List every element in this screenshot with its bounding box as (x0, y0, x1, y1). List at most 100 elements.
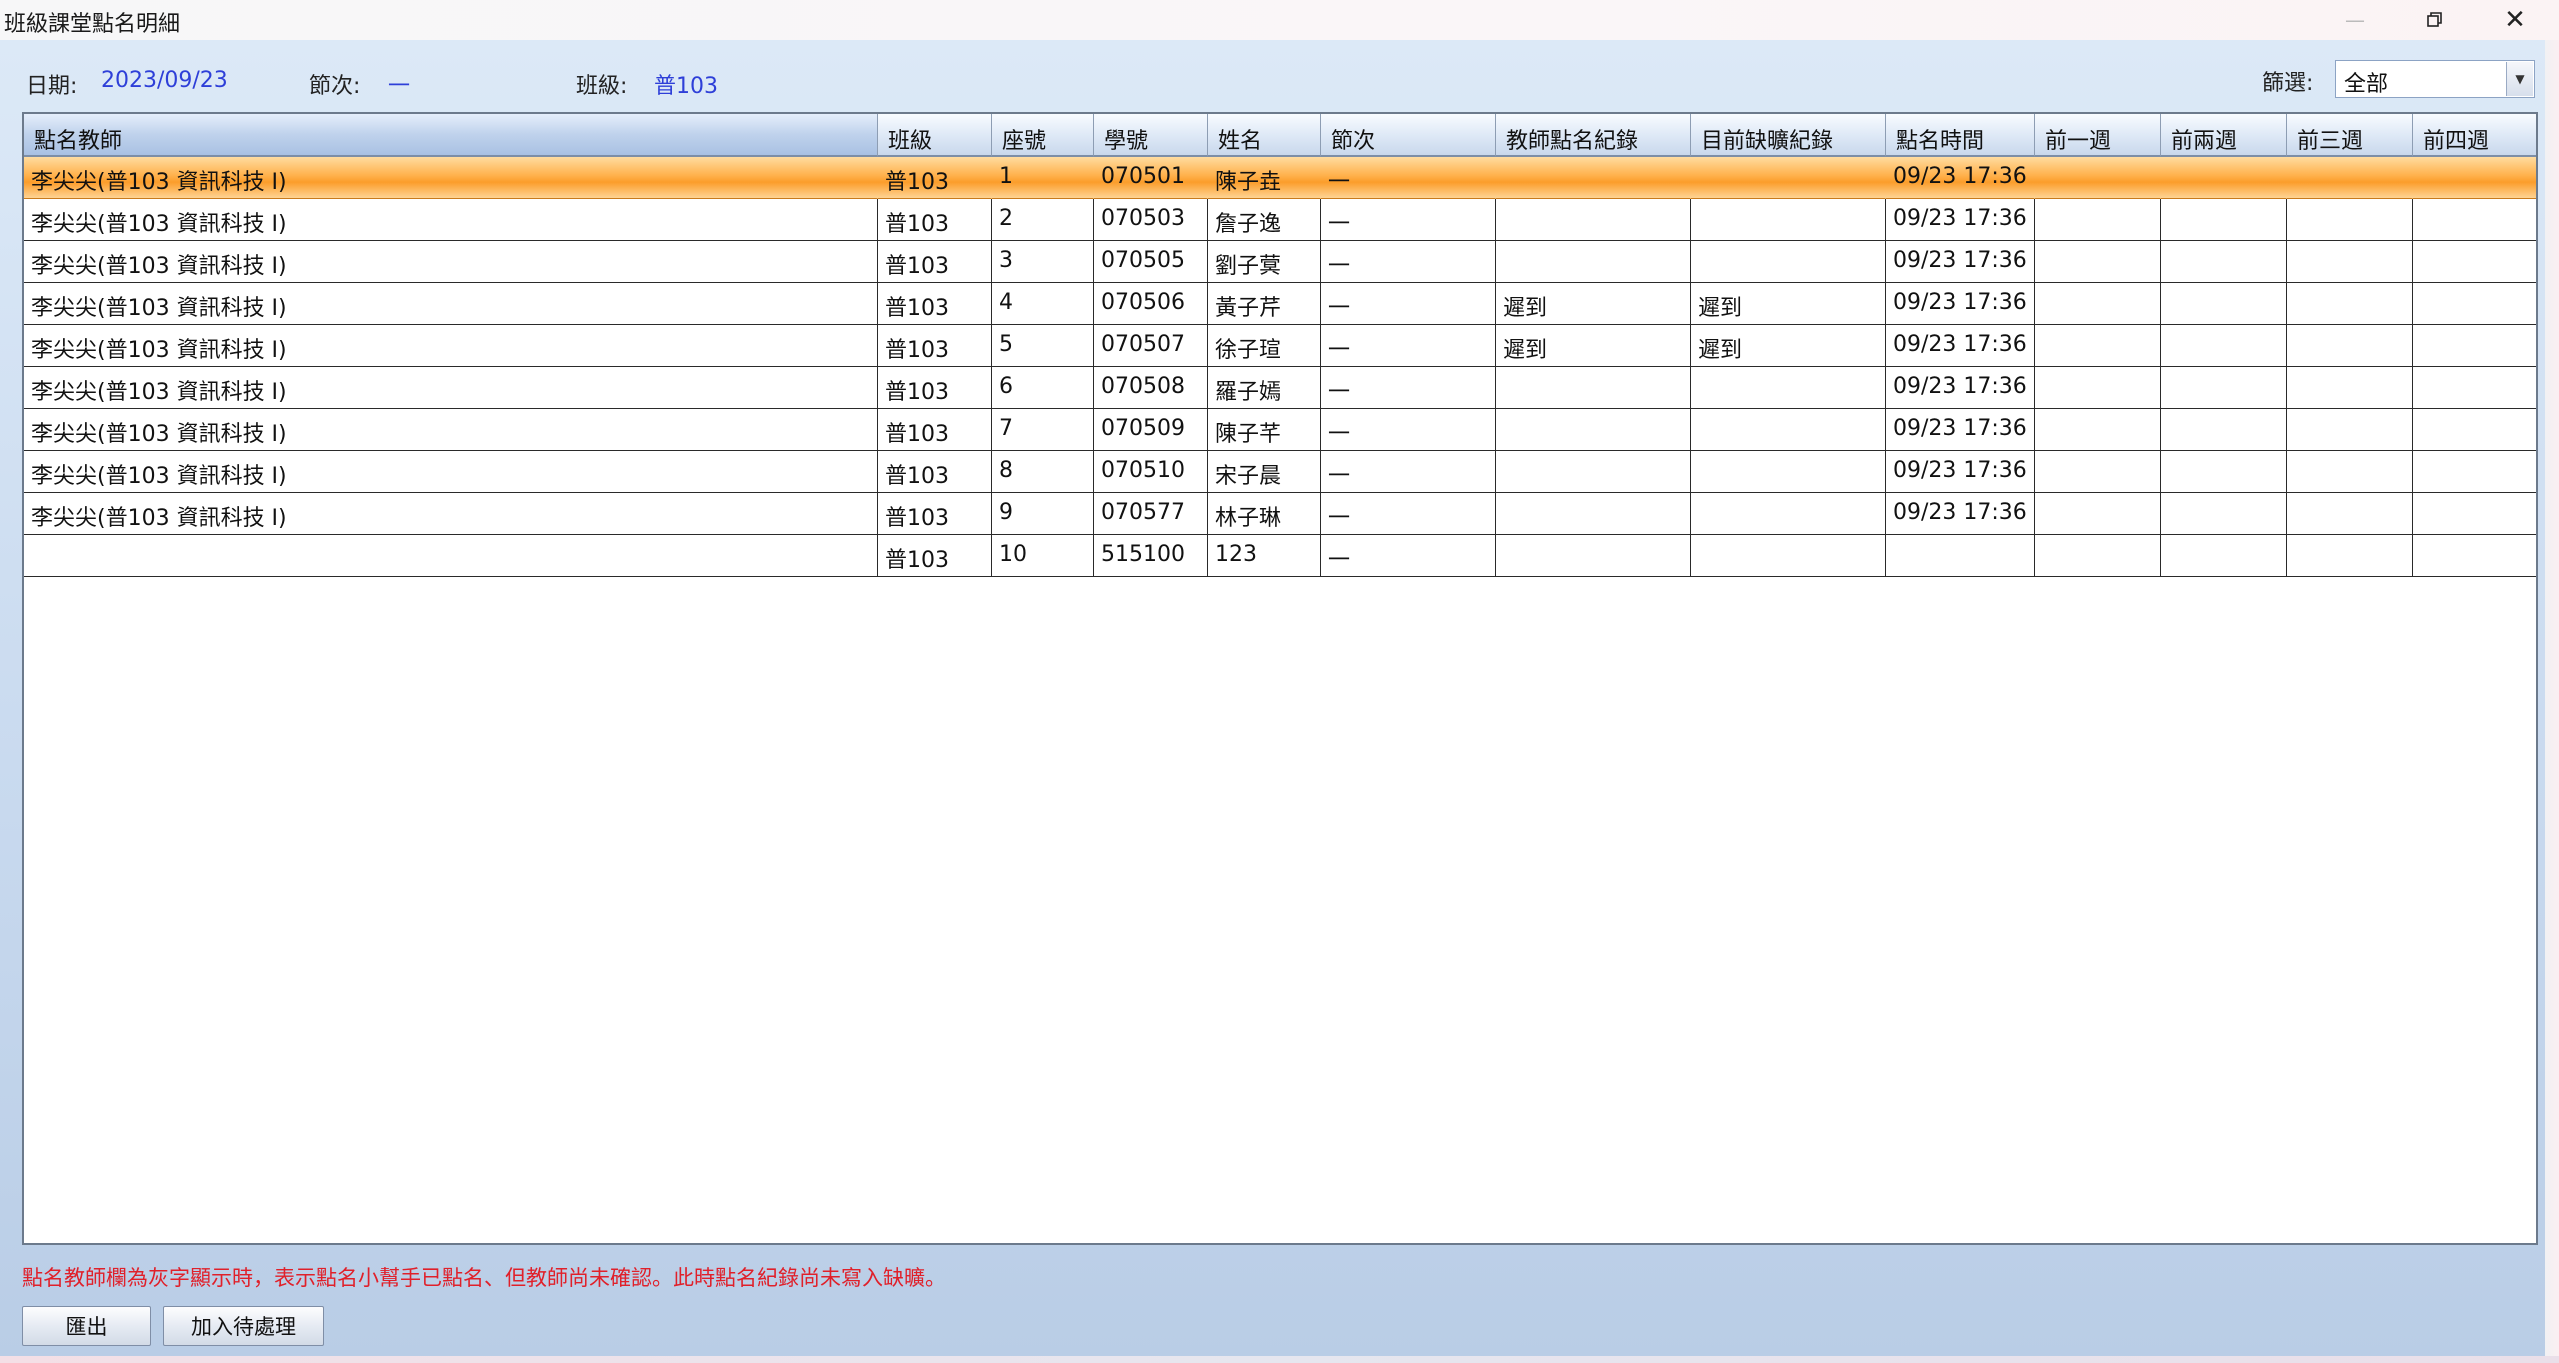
cell-teacher[interactable]: 李尖尖(普103 資訊科技 I) (24, 367, 878, 409)
cell-week-1[interactable] (2035, 241, 2161, 283)
cell-teacher-record[interactable] (1496, 241, 1691, 283)
cell-week-2[interactable] (2161, 367, 2287, 409)
cell-week-4[interactable] (2413, 493, 2536, 535)
cell-seat[interactable]: 2 (992, 199, 1094, 241)
cell-period[interactable]: 一 (1321, 283, 1496, 325)
cell-student-id[interactable]: 070510 (1094, 451, 1208, 493)
cell-absence-record[interactable] (1691, 241, 1886, 283)
cell-week-4[interactable] (2413, 325, 2536, 367)
cell-seat[interactable]: 10 (992, 535, 1094, 577)
cell-teacher[interactable]: 李尖尖(普103 資訊科技 I) (24, 409, 878, 451)
cell-absence-record[interactable] (1691, 451, 1886, 493)
cell-absence-record[interactable] (1691, 367, 1886, 409)
cell-student-id[interactable]: 070577 (1094, 493, 1208, 535)
column-header-class[interactable]: 班級 (878, 114, 992, 157)
cell-roll-time[interactable]: 09/23 17:36 (1886, 241, 2035, 283)
cell-teacher[interactable]: 李尖尖(普103 資訊科技 I) (24, 157, 878, 199)
cell-name[interactable]: 林子琳 (1208, 493, 1321, 535)
cell-week-3[interactable] (2287, 451, 2413, 493)
cell-roll-time[interactable]: 09/23 17:36 (1886, 157, 2035, 199)
cell-week-1[interactable] (2035, 325, 2161, 367)
cell-student-id[interactable]: 070506 (1094, 283, 1208, 325)
cell-class[interactable]: 普103 (878, 535, 992, 577)
cell-teacher-record[interactable] (1496, 157, 1691, 199)
cell-name[interactable]: 黃子芹 (1208, 283, 1321, 325)
cell-week-1[interactable] (2035, 409, 2161, 451)
cell-roll-time[interactable]: 09/23 17:36 (1886, 199, 2035, 241)
close-button[interactable]: ✕ (2478, 0, 2552, 40)
cell-name[interactable]: 宋子晨 (1208, 451, 1321, 493)
column-header-week-1[interactable]: 前一週 (2035, 114, 2161, 157)
table-row[interactable]: 李尖尖(普103 資訊科技 I) 普103 5 070507 徐子瑄一遲到 遲到 09/23… (24, 325, 2536, 367)
cell-week-3[interactable] (2287, 409, 2413, 451)
cell-name[interactable]: 詹子逸 (1208, 199, 1321, 241)
cell-period[interactable]: 一 (1321, 451, 1496, 493)
cell-name[interactable]: 123 (1208, 535, 1321, 577)
cell-teacher-record[interactable] (1496, 493, 1691, 535)
cell-week-1[interactable] (2035, 493, 2161, 535)
cell-seat[interactable]: 1 (992, 157, 1094, 199)
export-button[interactable]: 匯出 (22, 1306, 151, 1346)
cell-week-2[interactable] (2161, 283, 2287, 325)
cell-seat[interactable]: 9 (992, 493, 1094, 535)
cell-teacher-record[interactable] (1496, 409, 1691, 451)
cell-period[interactable]: 一 (1321, 367, 1496, 409)
cell-week-3[interactable] (2287, 241, 2413, 283)
cell-student-id[interactable]: 070503 (1094, 199, 1208, 241)
cell-week-3[interactable] (2287, 157, 2413, 199)
cell-period[interactable]: 一 (1321, 493, 1496, 535)
restore-button[interactable] (2398, 0, 2472, 40)
cell-week-2[interactable] (2161, 493, 2287, 535)
table-row[interactable]: 李尖尖(普103 資訊科技 I) 普103 2 070503 詹子逸一 09/23 17:… (24, 199, 2536, 241)
cell-student-id[interactable]: 070501 (1094, 157, 1208, 199)
cell-week-2[interactable] (2161, 241, 2287, 283)
cell-class[interactable]: 普103 (878, 493, 992, 535)
cell-week-3[interactable] (2287, 535, 2413, 577)
column-header-student-id[interactable]: 學號 (1094, 114, 1208, 157)
column-header-teacher-record[interactable]: 教師點名紀錄 (1496, 114, 1691, 157)
cell-absence-record[interactable] (1691, 493, 1886, 535)
chevron-down-icon[interactable]: ▼ (2506, 62, 2533, 96)
table-row[interactable]: 普103 10 515100 123 一 (24, 535, 2536, 577)
cell-roll-time[interactable]: 09/23 17:36 (1886, 325, 2035, 367)
cell-week-3[interactable] (2287, 367, 2413, 409)
cell-week-3[interactable] (2287, 493, 2413, 535)
cell-roll-time[interactable]: 09/23 17:36 (1886, 409, 2035, 451)
cell-period[interactable]: 一 (1321, 241, 1496, 283)
cell-student-id[interactable]: 515100 (1094, 535, 1208, 577)
cell-week-4[interactable] (2413, 199, 2536, 241)
cell-teacher-record[interactable]: 遲到 (1496, 325, 1691, 367)
cell-period[interactable]: 一 (1321, 535, 1496, 577)
cell-week-2[interactable] (2161, 199, 2287, 241)
cell-seat[interactable]: 8 (992, 451, 1094, 493)
cell-week-3[interactable] (2287, 325, 2413, 367)
cell-week-4[interactable] (2413, 535, 2536, 577)
cell-class[interactable]: 普103 (878, 199, 992, 241)
cell-teacher[interactable] (24, 535, 878, 577)
cell-week-1[interactable] (2035, 199, 2161, 241)
column-header-week-4[interactable]: 前四週 (2413, 114, 2536, 157)
column-header-week-3[interactable]: 前三週 (2287, 114, 2413, 157)
column-header-week-2[interactable]: 前兩週 (2161, 114, 2287, 157)
column-header-seat[interactable]: 座號 (992, 114, 1094, 157)
column-header-name[interactable]: 姓名 (1208, 114, 1321, 157)
cell-period[interactable]: 一 (1321, 409, 1496, 451)
cell-teacher-record[interactable] (1496, 199, 1691, 241)
cell-class[interactable]: 普103 (878, 241, 992, 283)
table-row[interactable]: 李尖尖(普103 資訊科技 I) 普103 4 070506 黃子芹一遲到 遲到 09/23… (24, 283, 2536, 325)
cell-roll-time[interactable]: 09/23 17:36 (1886, 451, 2035, 493)
cell-week-1[interactable] (2035, 451, 2161, 493)
cell-name[interactable]: 陳子芊 (1208, 409, 1321, 451)
cell-seat[interactable]: 4 (992, 283, 1094, 325)
cell-seat[interactable]: 3 (992, 241, 1094, 283)
cell-class[interactable]: 普103 (878, 157, 992, 199)
cell-week-1[interactable] (2035, 157, 2161, 199)
cell-roll-time[interactable] (1886, 535, 2035, 577)
table-row[interactable]: 李尖尖(普103 資訊科技 I) 普103 9 070577 林子琳一 09/23 17:… (24, 493, 2536, 535)
table-row[interactable]: 李尖尖(普103 資訊科技 I) 普103 3 070505 劉子蓂一 09/23 17:… (24, 241, 2536, 283)
cell-teacher[interactable]: 李尖尖(普103 資訊科技 I) (24, 325, 878, 367)
cell-class[interactable]: 普103 (878, 409, 992, 451)
filter-select[interactable]: 全部 ▼ (2335, 60, 2535, 98)
cell-roll-time[interactable]: 09/23 17:36 (1886, 367, 2035, 409)
cell-week-1[interactable] (2035, 535, 2161, 577)
